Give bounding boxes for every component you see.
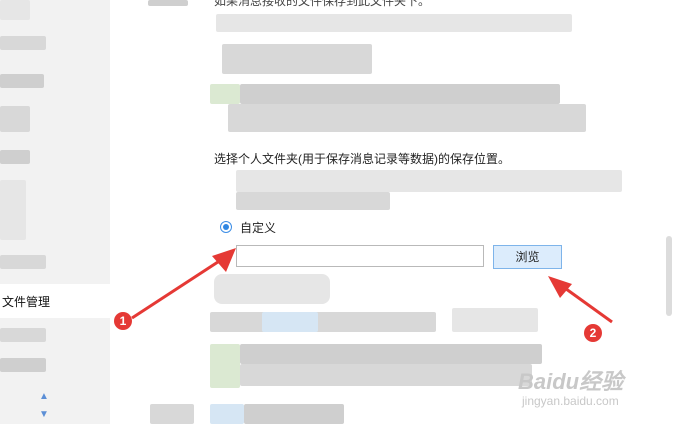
blurred-item [0, 358, 46, 372]
watermark-url: jingyan.baidu.com [522, 394, 619, 408]
blurred-block [210, 344, 240, 388]
blurred-block [210, 312, 436, 332]
custom-label: 自定义 [240, 221, 277, 235]
blurred-block [240, 364, 532, 386]
browse-button[interactable]: 浏览 [493, 245, 562, 269]
blurred-block [210, 404, 244, 424]
chevron-up-icon[interactable]: ▲ [38, 392, 50, 402]
blurred-item [0, 150, 30, 164]
custom-radio[interactable] [220, 221, 232, 233]
sidebar-item-file-management[interactable]: 文件管理 [0, 284, 110, 318]
blurred-block [240, 84, 560, 104]
blurred-item [0, 328, 46, 342]
arrow-1-line [131, 256, 225, 320]
scrollbar[interactable] [666, 236, 672, 316]
arrow-2-head [548, 276, 572, 298]
watermark-logo: Baidu经验 [518, 369, 624, 394]
blurred-item [0, 74, 44, 88]
blurred-item [0, 106, 30, 132]
blurred-block [228, 104, 586, 132]
personal-folder-hint: 选择个人文件夹(用于保存消息记录等数据)的保存位置。 [214, 152, 510, 166]
blurred-item [0, 0, 30, 20]
blurred-input [216, 14, 572, 32]
blurred-item [0, 180, 26, 240]
blurred-item [0, 255, 46, 269]
arrow-1-head [212, 248, 236, 272]
blurred-block [222, 44, 372, 74]
blurred-label [150, 404, 194, 424]
blurred-block [262, 312, 318, 332]
arrow-2-line [561, 284, 613, 324]
download-folder-hint: 如果消息接收的文件保存到此文件夹下。 [214, 0, 431, 8]
blurred-block [210, 84, 240, 104]
chevron-down-icon[interactable]: ▼ [38, 410, 50, 420]
blurred-option [236, 170, 622, 192]
sidebar: 文件管理 ▲ ▼ [0, 0, 110, 424]
blurred-block [452, 308, 538, 332]
custom-path-input[interactable] [236, 245, 484, 267]
blurred-option [236, 192, 390, 210]
annotation-badge-1: 1 [114, 312, 132, 330]
blurred-label [148, 0, 188, 6]
blurred-block [240, 344, 542, 364]
annotation-badge-2: 2 [584, 324, 602, 342]
blurred-item [0, 36, 46, 50]
blurred-block [214, 274, 330, 304]
blurred-block [244, 404, 344, 424]
sidebar-item-label: 文件管理 [2, 295, 51, 309]
